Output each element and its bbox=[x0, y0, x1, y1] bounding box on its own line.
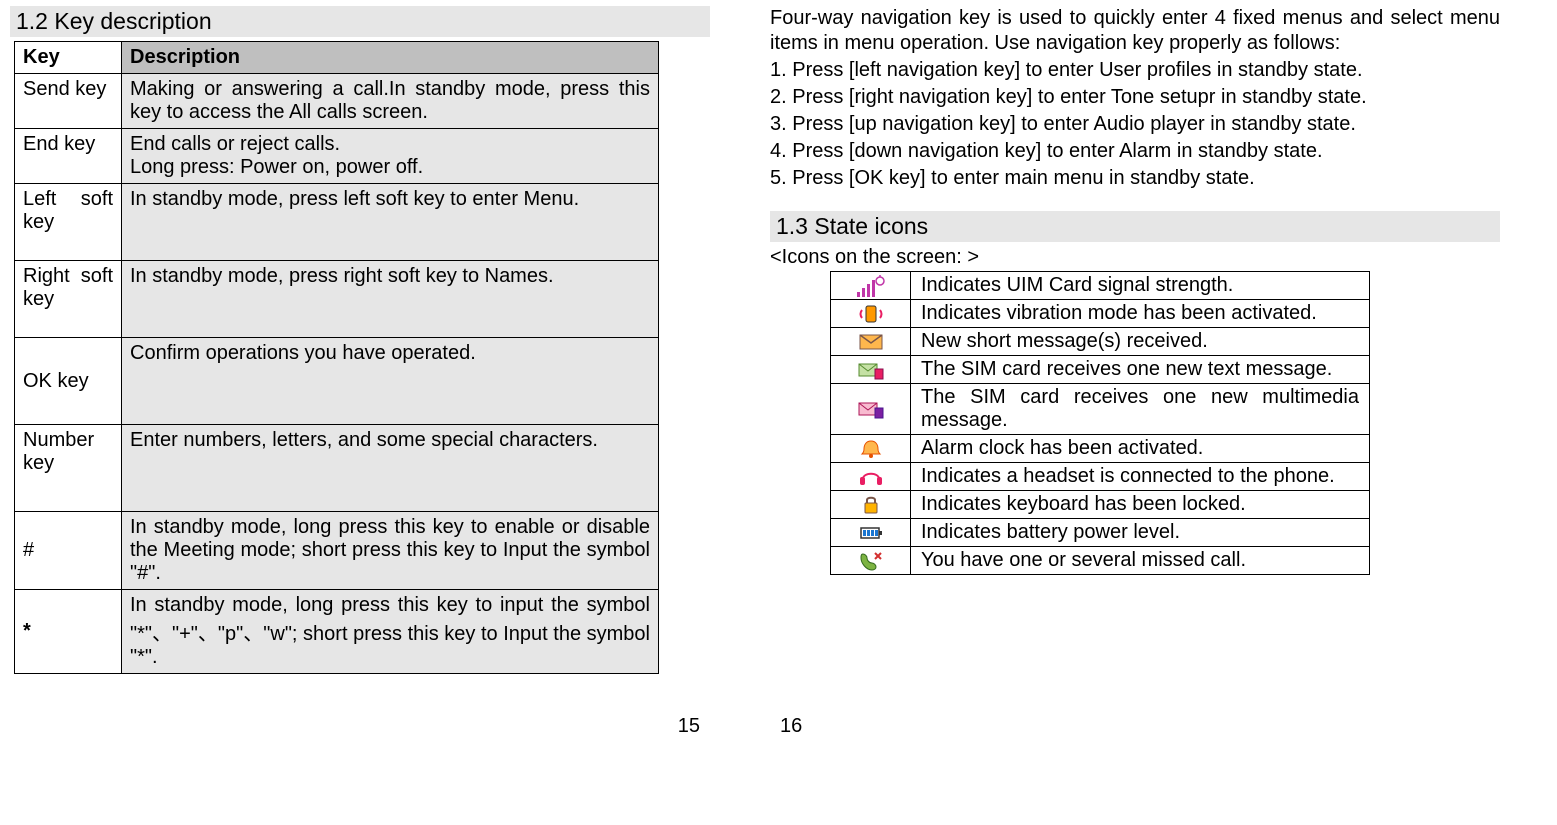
section-heading-1-3: 1.3 State icons bbox=[770, 211, 1500, 242]
icon-desc: You have one or several missed call. bbox=[911, 547, 1370, 575]
missed-call-icon bbox=[831, 547, 911, 575]
table-row: The SIM card receives one new text messa… bbox=[831, 356, 1370, 384]
key-description-table: Key Description Send key Making or answe… bbox=[14, 41, 659, 674]
message-icon bbox=[831, 328, 911, 356]
table-row: Indicates battery power level. bbox=[831, 519, 1370, 547]
nav-item-3: 3. Press [up navigation key] to enter Au… bbox=[770, 112, 1500, 137]
desc-cell: Making or answering a call.In standby mo… bbox=[122, 74, 659, 129]
key-cell: End key bbox=[15, 129, 122, 184]
table-row: Indicates keyboard has been locked. bbox=[831, 491, 1370, 519]
key-cell: Send key bbox=[15, 74, 122, 129]
nav-item-5: 5. Press [OK key] to enter main menu in … bbox=[770, 166, 1500, 191]
desc-cell: In standby mode, long press this key to … bbox=[122, 512, 659, 590]
table-row: OK key Confirm operations you have opera… bbox=[15, 338, 659, 425]
key-cell: # bbox=[15, 512, 122, 590]
icon-desc: Indicates keyboard has been locked. bbox=[911, 491, 1370, 519]
icon-desc: Alarm clock has been activated. bbox=[911, 435, 1370, 463]
icon-desc: The SIM card receives one new multimedia… bbox=[911, 384, 1370, 435]
icon-desc: Indicates battery power level. bbox=[911, 519, 1370, 547]
vibration-icon bbox=[831, 300, 911, 328]
icon-desc: Indicates a headset is connected to the … bbox=[911, 463, 1370, 491]
table-row: * In standby mode, long press this key t… bbox=[15, 590, 659, 674]
key-cell: OK key bbox=[15, 338, 122, 425]
nav-item-1: 1. Press [left navigation key] to enter … bbox=[770, 58, 1500, 83]
key-cell: * bbox=[15, 590, 122, 674]
table-row: Indicates a headset is connected to the … bbox=[831, 463, 1370, 491]
state-icons-table: Indicates UIM Card signal strength. Indi… bbox=[830, 271, 1370, 575]
sim-text-icon bbox=[831, 356, 911, 384]
desc-cell: In standby mode, press left soft key to … bbox=[122, 184, 659, 261]
battery-icon bbox=[831, 519, 911, 547]
section-heading-1-2: 1.2 Key description bbox=[10, 6, 710, 37]
page-number-left: 15 bbox=[678, 715, 700, 738]
icon-desc: Indicates vibration mode has been activa… bbox=[911, 300, 1370, 328]
desc-cell: In standby mode, press right soft key to… bbox=[122, 261, 659, 338]
nav-intro-paragraph: Four-way navigation key is used to quick… bbox=[770, 6, 1500, 56]
alarm-icon bbox=[831, 435, 911, 463]
signal-icon bbox=[831, 272, 911, 300]
nav-item-4: 4. Press [down navigation key] to enter … bbox=[770, 139, 1500, 164]
lock-icon bbox=[831, 491, 911, 519]
icon-desc: Indicates UIM Card signal strength. bbox=[911, 272, 1370, 300]
icon-desc: The SIM card receives one new text messa… bbox=[911, 356, 1370, 384]
headset-icon bbox=[831, 463, 911, 491]
table-row: New short message(s) received. bbox=[831, 328, 1370, 356]
table-row: Number key Enter numbers, letters, and s… bbox=[15, 425, 659, 512]
desc-cell: End calls or reject calls. Long press: P… bbox=[122, 129, 659, 184]
table-row: End key End calls or reject calls. Long … bbox=[15, 129, 659, 184]
table-row: You have one or several missed call. bbox=[831, 547, 1370, 575]
table-row: Send key Making or answering a call.In s… bbox=[15, 74, 659, 129]
icons-subheader: <Icons on the screen: > bbox=[770, 246, 1500, 269]
page-number-right: 16 bbox=[780, 715, 802, 738]
desc-cell: Enter numbers, letters, and some special… bbox=[122, 425, 659, 512]
page-right: Four-way navigation key is used to quick… bbox=[770, 0, 1500, 734]
nav-item-2: 2. Press [right navigation key] to enter… bbox=[770, 85, 1500, 110]
desc-cell: In standby mode, long press this key to … bbox=[122, 590, 659, 674]
table-row: Indicates vibration mode has been activa… bbox=[831, 300, 1370, 328]
key-cell: Number key bbox=[15, 425, 122, 512]
table-row: Right soft key In standby mode, press ri… bbox=[15, 261, 659, 338]
key-cell: Right soft key bbox=[15, 261, 122, 338]
table-header-key: Key bbox=[15, 42, 122, 74]
table-row: Alarm clock has been activated. bbox=[831, 435, 1370, 463]
table-row: Left soft key In standby mode, press lef… bbox=[15, 184, 659, 261]
page-left: 1.2 Key description Key Description Send… bbox=[10, 0, 710, 734]
key-cell: Left soft key bbox=[15, 184, 122, 261]
sim-mms-icon bbox=[831, 384, 911, 435]
table-header-desc: Description bbox=[122, 42, 659, 74]
desc-cell: Confirm operations you have operated. bbox=[122, 338, 659, 425]
table-row: # In standby mode, long press this key t… bbox=[15, 512, 659, 590]
table-row: The SIM card receives one new multimedia… bbox=[831, 384, 1370, 435]
table-row: Indicates UIM Card signal strength. bbox=[831, 272, 1370, 300]
icon-desc: New short message(s) received. bbox=[911, 328, 1370, 356]
